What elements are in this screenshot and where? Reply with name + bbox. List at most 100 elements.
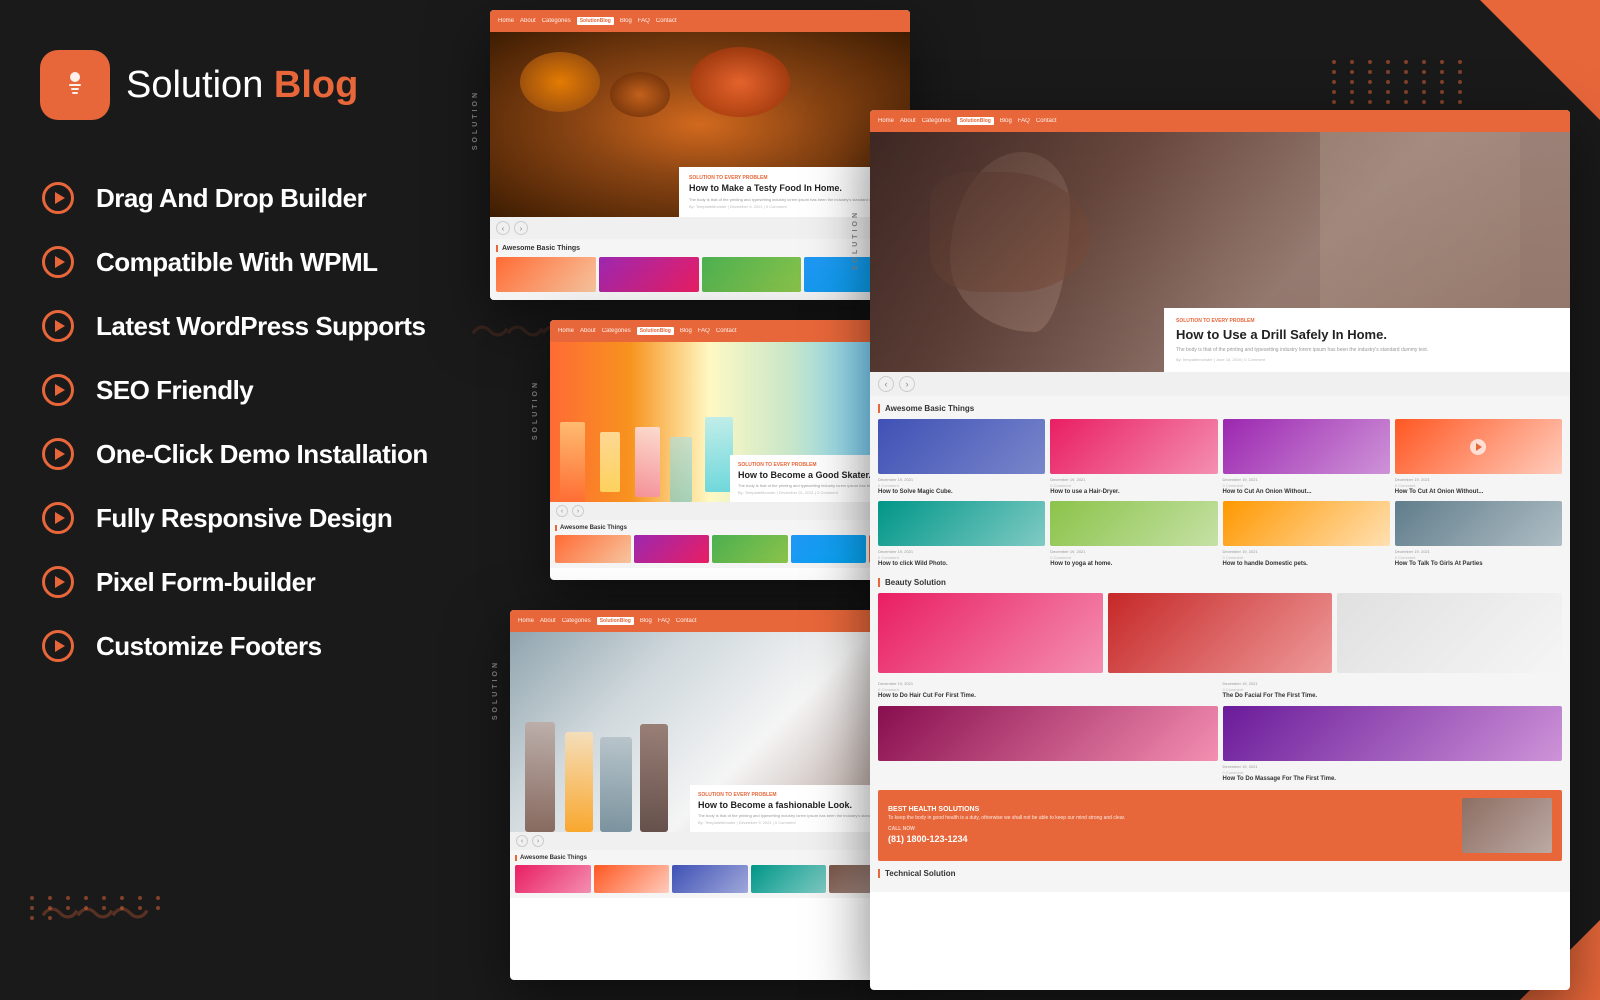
beauty-article-title-1: How to Do Hair Cut For First Time. [878,693,1218,700]
prev-arrow-fashion[interactable]: ‹ [516,835,528,847]
next-arrow-drill[interactable]: › [899,376,915,392]
fashion-figure-4 [640,724,668,832]
play-icon-wordpress [42,310,74,342]
solution-label-food: SOLUTION [472,90,479,150]
drill-meta: By: templatemonster | June 16, 2019 | 0 … [1176,357,1558,362]
drill-desc: The body is that of the printing and typ… [1176,347,1558,354]
article-title-5: How to click Wild Photo. [878,561,1045,568]
article-card-6: December 19, 2021 0 Comment How to yoga … [1050,501,1217,568]
skater-thumb-4 [791,535,867,563]
feature-icon-pixel [40,564,76,600]
fashion-thumbs [515,865,905,893]
article-comments-6: 0 Comment [1050,555,1217,560]
feature-item-wpml: Compatible With WPML [40,244,450,280]
drill-tag: SOLUTION TO EVERY PROBLEM [1176,318,1558,324]
next-arrow-food[interactable]: › [514,221,528,235]
logo-word-blog: Blog [274,64,358,106]
article-title-8: How To Talk To Girls At Parties [1395,561,1562,568]
article-card-4: December 19, 2021 0 Comment How To Cut A… [1395,419,1562,496]
article-comments-7: 0 Comment [1223,555,1390,560]
articles-grid-row2: December 19, 2021 0 Comment How to click… [878,501,1562,568]
beauty-articles-text: December 19, 2021 0 Comment How to Do Ha… [878,681,1562,700]
article-thumb-2 [1050,419,1217,474]
article-card-7: December 19, 2021 0 Comment How to handl… [1223,501,1390,568]
play-icon-seo [42,374,74,406]
feature-item-drag-drop: Drag And Drop Builder [40,180,450,216]
feature-icon-seo [40,372,76,408]
fashion-figure-1 [525,722,555,832]
cta-phone-number: (81) 1800-123-1234 [888,834,1452,844]
solution-label-fashion: SOLUTION [492,660,499,720]
fashion-thumb-3 [672,865,748,893]
beauty-extra-title: How To Do Massage For The First Time. [1223,776,1563,782]
logo-svg [55,65,95,105]
fashion-arrows: ‹ › [510,832,910,850]
fashion-thumb-1 [515,865,591,893]
skater-figure-5 [705,417,733,492]
thumb-food-1 [496,257,596,292]
beauty-extra-article: December 19, 2021 0 Comment How To Do Ma… [1223,706,1563,782]
fashion-section-title: Awesome Basic Things [515,855,905,861]
feature-item-seo: SEO Friendly [40,372,450,408]
solution-label-drill: SOLUTION [852,210,859,270]
beauty-text-1: December 19, 2021 0 Comment How to Do Ha… [878,681,1218,700]
play-icon-demo [42,438,74,470]
article-thumb-7 [1223,501,1390,546]
article-date-1: December 19, 2021 [878,477,1045,482]
mockup-food-nav: Home About Categories SolutionBlog Blog … [490,10,910,32]
article-comments-8: 0 Comment [1395,555,1562,560]
feature-label-drag-drop: Drag And Drop Builder [96,183,366,214]
solution-label-skater: SOLUTION [532,380,539,440]
feature-label-wpml: Compatible With WPML [96,247,378,278]
beauty-extra-thumb-1 [878,706,1218,761]
drill-content-area: Awesome Basic Things December 19, 2021 0… [870,396,1570,892]
next-arrow-skater[interactable]: › [572,505,584,517]
article-comments-4: 0 Comment [1395,483,1562,488]
skater-figure-1 [560,422,585,502]
article-date-6: December 19, 2021 [1050,549,1217,554]
drill-hero-image: SOLUTION TO EVERY PROBLEM How to Use a D… [870,132,1570,372]
mockup-food: Home About Categories SolutionBlog Blog … [490,10,910,300]
play-overlay-icon [1470,439,1486,455]
mockup-drill-nav: Home About Categories SolutionBlog Blog … [870,110,1570,132]
fashion-figure-3 [600,737,632,832]
prev-arrow-drill[interactable]: ‹ [878,376,894,392]
hero-food-image: SOLUTION TO EVERY PROBLEM How to Make a … [490,32,910,217]
article-card-3: December 19, 2021 0 Comment How to Cut A… [1223,419,1390,496]
screenshots-area: SOLUTION TRENDING Home About Categories … [490,0,1600,1000]
mockup-fashion: Home About Categories SolutionBlog Blog … [510,610,910,980]
prev-arrow-skater[interactable]: ‹ [556,505,568,517]
food-tag: SOLUTION TO EVERY PROBLEM [689,175,900,181]
article-card-2: December 19, 2021 0 Comment How to use a… [1050,419,1217,496]
logo-icon [40,50,110,120]
logo-word-solution: Solution [126,64,263,106]
beauty-article-title-2: The Do Facial For The First Time. [1223,693,1563,700]
article-thumb-4 [1395,419,1562,474]
play-icon-responsive [42,502,74,534]
article-card-1: December 19, 2021 0 Comment How to Solve… [878,419,1045,496]
thumb-food-3 [702,257,802,292]
feature-icon-drag-drop [40,180,76,216]
play-icon-pixel [42,566,74,598]
play-triangle [1476,443,1482,451]
fashion-bottom: Awesome Basic Things [510,850,910,898]
food-bottom-section: Awesome Basic Things [490,239,910,300]
food-desc: The body is that of the printing and typ… [689,197,900,202]
articles-grid-row1: December 19, 2021 0 Comment How to Solve… [878,419,1562,496]
article-comments-3: 0 Comment [1223,483,1390,488]
article-comments-1: 0 Comment [878,483,1045,488]
feature-icon-wordpress [40,308,76,344]
skater-figure-3 [635,427,660,497]
beauty-comments-1: 0 Comment [878,687,1218,692]
article-thumb-8 [1395,501,1562,546]
beauty-extra-comments: 0 Comment [1223,770,1563,775]
feature-label-pixel: Pixel Form-builder [96,567,315,598]
drill-title: How to Use a Drill Safely In Home. [1176,327,1558,343]
article-thumb-5 [878,501,1045,546]
article-date-2: December 19, 2021 [1050,477,1217,482]
prev-arrow-food[interactable]: ‹ [496,221,510,235]
feature-icon-wpml [40,244,76,280]
food-meta: By: TemplateMonster | December 6, 2021 |… [689,204,900,209]
article-comments-2: 0 Comment [1050,483,1217,488]
next-arrow-fashion[interactable]: › [532,835,544,847]
